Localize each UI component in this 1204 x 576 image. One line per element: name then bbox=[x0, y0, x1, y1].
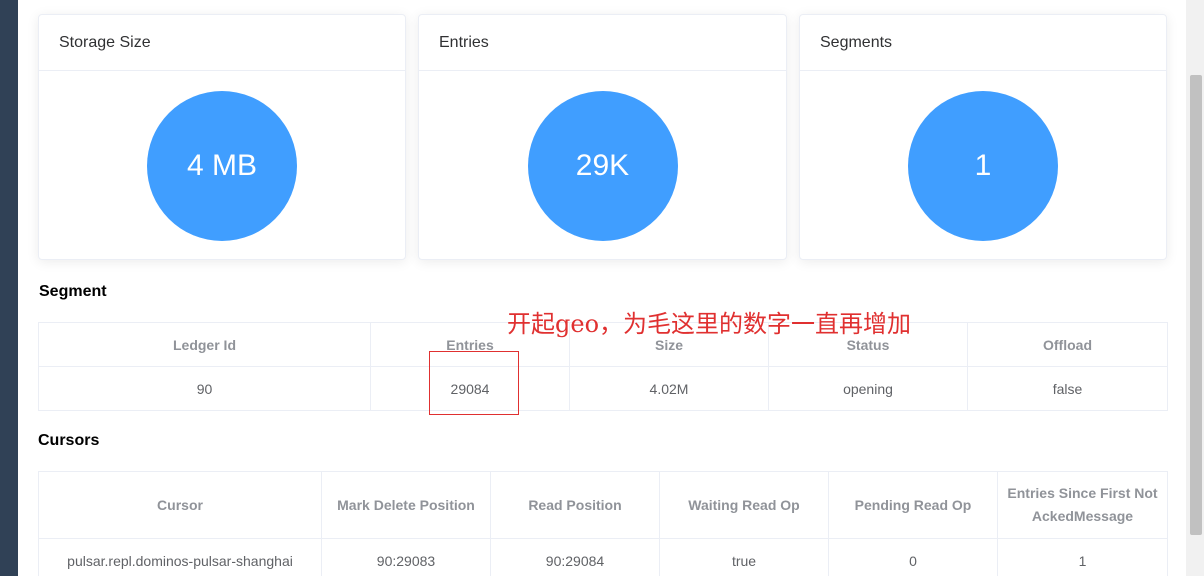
column-header: Mark Delete Position bbox=[321, 471, 491, 539]
segments-card: Segments 1 bbox=[799, 14, 1167, 260]
column-header: Pending Read Op bbox=[828, 471, 998, 539]
card-title: Entries bbox=[419, 15, 786, 71]
offload-cell: false bbox=[967, 366, 1168, 411]
column-header: Ledger Id bbox=[38, 322, 371, 367]
ledger-id-cell: 90 bbox=[38, 366, 371, 411]
sidebar-edge bbox=[0, 0, 18, 576]
vertical-scrollbar[interactable] bbox=[1186, 0, 1204, 576]
column-header: Read Position bbox=[490, 471, 660, 539]
column-header: Cursor bbox=[38, 471, 322, 539]
card-title: Segments bbox=[800, 15, 1166, 71]
cursor-name-cell: pulsar.repl.dominos-pulsar-shanghai bbox=[38, 538, 322, 576]
cursors-table: Cursor Mark Delete Position Read Positio… bbox=[38, 471, 1168, 576]
scrollbar-thumb[interactable] bbox=[1190, 75, 1202, 535]
storage-size-value: 4 MB bbox=[147, 91, 297, 241]
size-cell: 4.02M bbox=[569, 366, 769, 411]
entries-since-first-not-acked-cell: 1 bbox=[997, 538, 1168, 576]
table-row: pulsar.repl.dominos-pulsar-shanghai 90:2… bbox=[38, 538, 1168, 576]
mark-delete-position-cell: 90:29083 bbox=[321, 538, 491, 576]
waiting-read-op-cell: true bbox=[659, 538, 829, 576]
annotation-highlight-box bbox=[429, 351, 519, 415]
table-header-row: Cursor Mark Delete Position Read Positio… bbox=[38, 471, 1168, 539]
entries-value: 29K bbox=[527, 91, 678, 241]
status-cell: opening bbox=[768, 366, 968, 411]
read-position-cell: 90:29084 bbox=[490, 538, 660, 576]
segment-section-title: Segment bbox=[39, 283, 107, 300]
annotation-text: 开起geo，为毛这里的数字一直再增加 bbox=[507, 310, 912, 338]
segments-value: 1 bbox=[908, 91, 1058, 241]
cursors-section-title: Cursors bbox=[38, 432, 100, 449]
column-header: Entries Since First Not AckedMessage bbox=[997, 471, 1168, 539]
card-title: Storage Size bbox=[39, 15, 405, 71]
table-row: 90 29084 4.02M opening false bbox=[38, 366, 1168, 411]
column-header: Waiting Read Op bbox=[659, 471, 829, 539]
column-header: Offload bbox=[967, 322, 1168, 367]
storage-size-card: Storage Size 4 MB bbox=[38, 14, 406, 260]
pending-read-op-cell: 0 bbox=[828, 538, 998, 576]
entries-card: Entries 29K bbox=[418, 14, 787, 260]
